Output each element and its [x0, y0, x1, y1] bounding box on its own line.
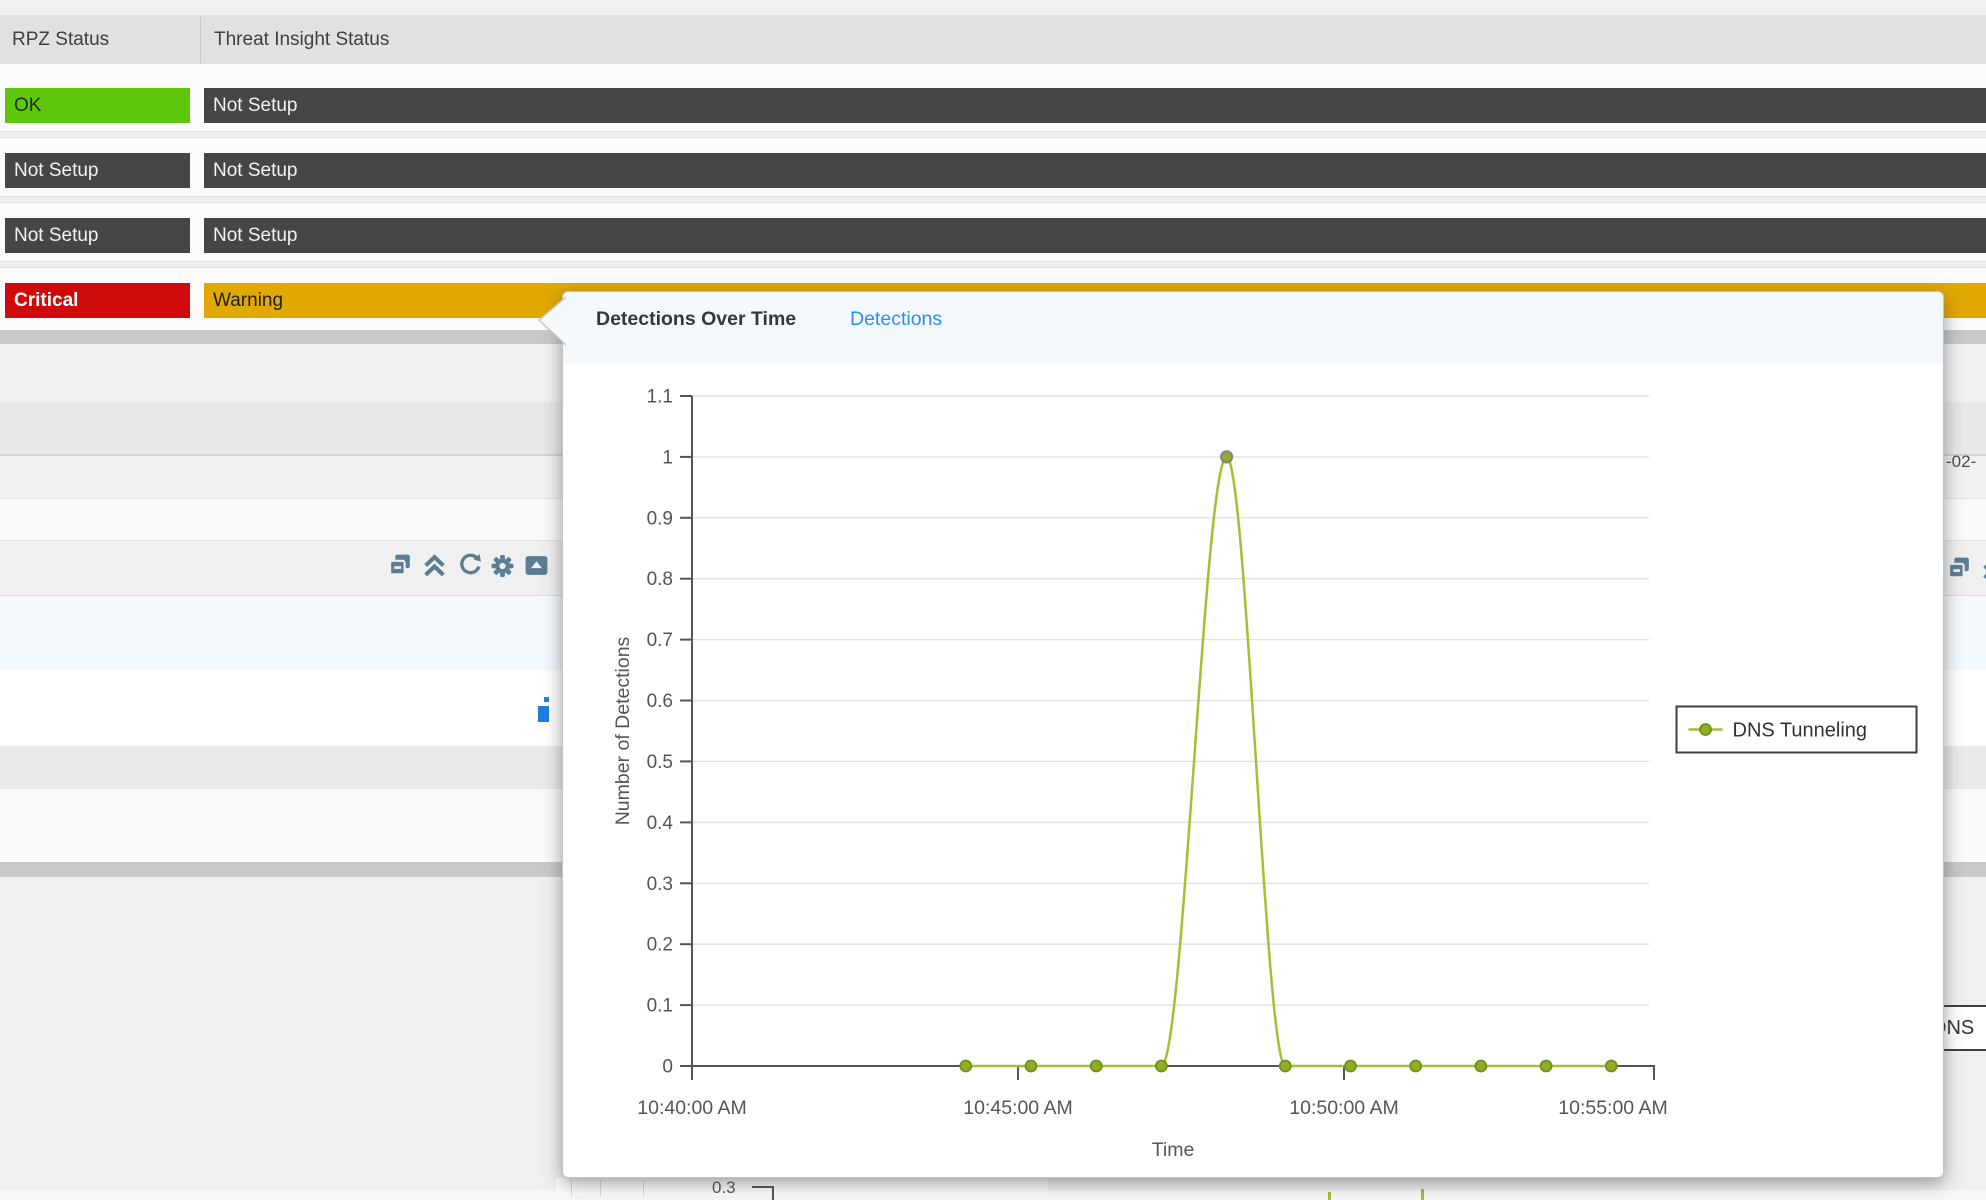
column-header-rpz-status[interactable]: RPZ Status [12, 15, 109, 64]
svg-text:0.8: 0.8 [647, 569, 673, 590]
detections-popup: Detections Over Time Detections 00.10.20… [562, 291, 1944, 1178]
svg-text:0.6: 0.6 [647, 691, 673, 712]
column-header-threat-insight-status[interactable]: Threat Insight Status [214, 15, 389, 64]
svg-text:1: 1 [662, 447, 673, 468]
svg-text:0.5: 0.5 [647, 752, 673, 773]
svg-text:10:45:00 AM: 10:45:00 AM [963, 1097, 1073, 1119]
rpz-status-cell[interactable]: Not Setup [5, 218, 190, 253]
hidden-chart-line-fragment [1421, 1189, 1424, 1200]
svg-text:10:55:00 AM: 10:55:00 AM [1558, 1097, 1668, 1119]
status-table-row: OK Not Setup [0, 64, 1986, 129]
gear-icon[interactable] [489, 551, 516, 581]
svg-text:DNS Tunneling: DNS Tunneling [1733, 720, 1868, 742]
svg-text:10:40:00 AM: 10:40:00 AM [637, 1097, 747, 1119]
hidden-chart-ylabel-fragment: 0.3 [712, 1178, 736, 1198]
blue-icon-fragment [538, 706, 549, 722]
date-text-fragment: -02- [1946, 452, 1976, 472]
column-divider [200, 17, 201, 63]
copy-icon-partial[interactable] [1946, 554, 1973, 584]
copy-icon[interactable] [387, 551, 414, 581]
collapse-up-icon[interactable] [421, 551, 448, 581]
threat-insight-status-cell[interactable]: Not Setup [204, 218, 1986, 253]
svg-text:Time: Time [1152, 1139, 1195, 1161]
rpz-status-cell[interactable]: Not Setup [5, 153, 190, 188]
refresh-icon[interactable] [455, 551, 482, 581]
widget-toolbar-partial [1946, 554, 1986, 584]
detections-over-time-chart: 0 0.1 0.2 0.3 0.4 0.5 0.6 0.7 0.8 0.9 1 1.1 10:40:00… [563, 292, 1945, 1179]
dashboard-screen: RPZ Status Threat Insight Status OK Not S… [0, 0, 1986, 1200]
cell-border [643, 1180, 644, 1196]
hidden-chart-axis-fragment [752, 1186, 774, 1188]
svg-text:0.4: 0.4 [647, 813, 674, 834]
collapse-up-icon-partial[interactable] [1980, 554, 1986, 584]
top-strip [0, 0, 1986, 15]
blue-icon-fragment [544, 697, 549, 702]
svg-text:0.3: 0.3 [647, 874, 673, 895]
status-table-header: RPZ Status Threat Insight Status [0, 15, 1986, 65]
chart-legend[interactable]: DNS Tunneling [1677, 707, 1917, 753]
svg-text:0.2: 0.2 [647, 935, 673, 956]
popup-callout-arrow [536, 295, 566, 347]
svg-text:0.1: 0.1 [647, 996, 673, 1017]
cell-border [571, 1180, 572, 1196]
svg-text:Number of Detections: Number of Detections [612, 636, 634, 825]
panel-collapse-icon[interactable] [523, 551, 550, 581]
threat-insight-status-cell[interactable]: Not Setup [204, 153, 1986, 188]
rpz-status-cell[interactable]: Critical [5, 283, 190, 318]
svg-text:0.7: 0.7 [647, 630, 673, 651]
rpz-status-cell[interactable]: OK [5, 88, 190, 123]
svg-text:0: 0 [662, 1057, 673, 1078]
widget-toolbar [387, 551, 550, 581]
hidden-chart-axis-fragment [772, 1186, 774, 1200]
hidden-chart-line-fragment [1328, 1192, 1331, 1200]
svg-text:0.9: 0.9 [647, 508, 673, 529]
status-table-row: Not Setup Not Setup [0, 194, 1986, 259]
cell-border [600, 1180, 601, 1196]
table-cells-fragment [556, 1178, 1048, 1196]
svg-text:10:50:00 AM: 10:50:00 AM [1289, 1097, 1399, 1119]
svg-text:1.1: 1.1 [647, 387, 673, 408]
status-table-row: Not Setup Not Setup [0, 129, 1986, 194]
threat-insight-status-cell[interactable]: Not Setup [204, 88, 1986, 123]
